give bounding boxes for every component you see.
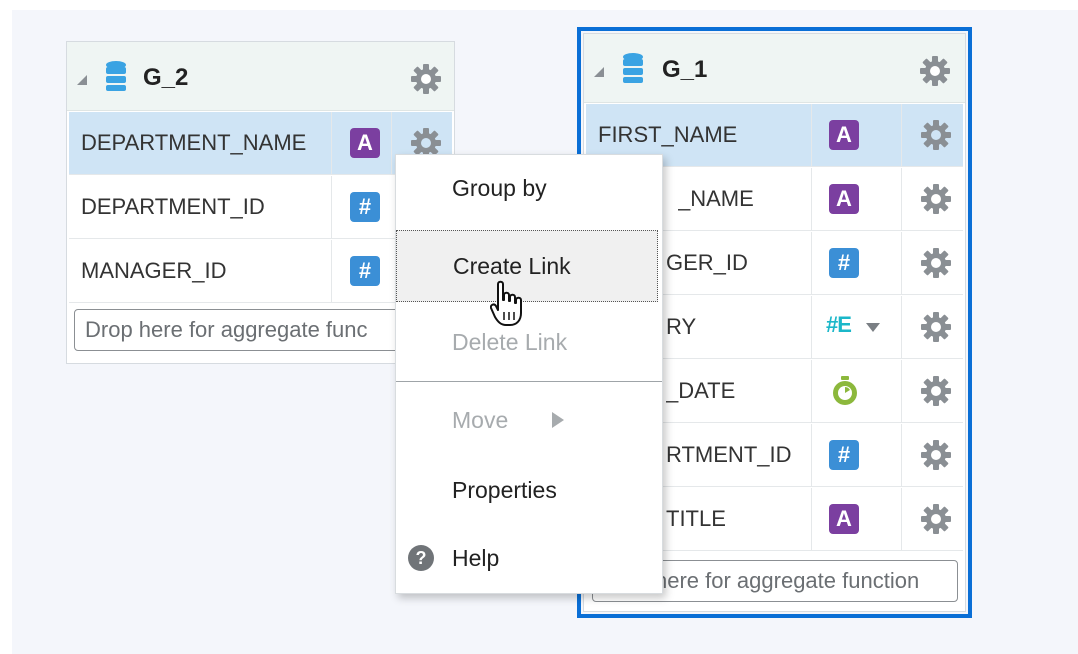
number-type-icon: # <box>829 248 859 278</box>
database-icon <box>623 53 643 83</box>
text-type-icon: A <box>829 184 859 214</box>
gear-icon[interactable] <box>919 182 953 216</box>
column-name: _NAME <box>678 186 754 211</box>
text-type-icon: A <box>350 128 380 158</box>
column-name: RTMENT_ID <box>666 442 792 467</box>
gear-icon[interactable] <box>919 310 953 344</box>
group-title: G_1 <box>662 56 708 83</box>
column-name: GER_ID <box>666 250 748 275</box>
column-name: TITLE <box>666 506 726 531</box>
number-type-icon: # <box>350 192 380 222</box>
number-type-icon: # <box>350 256 380 286</box>
database-icon <box>106 61 126 91</box>
gear-icon[interactable] <box>919 374 953 408</box>
number-type-icon: # <box>829 440 859 470</box>
expression-type-icon: #E <box>826 312 852 337</box>
context-menu: Group by Create Link Delete Link Move Pr… <box>395 154 663 594</box>
menu-item-create-link[interactable]: Create Link <box>396 230 658 302</box>
column-name: RY <box>666 314 697 339</box>
group-title: G_2 <box>143 64 189 91</box>
hand-cursor-icon <box>490 280 522 326</box>
text-type-icon: A <box>829 120 859 150</box>
gear-icon[interactable] <box>919 502 953 536</box>
aggregate-drop-zone[interactable]: Drop here for aggregate func <box>74 309 448 351</box>
chevron-down-icon[interactable] <box>866 323 880 332</box>
gear-icon[interactable] <box>918 54 952 88</box>
collapse-triangle-icon[interactable] <box>594 67 604 77</box>
menu-item-group-by[interactable]: Group by <box>396 175 662 211</box>
menu-item-move: Move <box>396 407 662 443</box>
column-name: _DATE <box>666 378 736 403</box>
help-icon: ? <box>408 545 434 571</box>
submenu-arrow-icon <box>552 412 564 428</box>
column-name: DEPARTMENT_ID <box>81 194 265 219</box>
column-name: MANAGER_ID <box>81 258 227 283</box>
text-type-icon: A <box>829 504 859 534</box>
collapse-triangle-icon[interactable] <box>77 75 87 85</box>
menu-item-properties[interactable]: Properties <box>396 477 662 513</box>
date-type-icon <box>833 376 857 405</box>
group-g2-header: G_2 <box>67 42 454 111</box>
group-g1-header: G_1 <box>584 34 965 103</box>
gear-icon[interactable] <box>409 62 443 96</box>
menu-item-help[interactable]: ? Help <box>396 545 662 581</box>
menu-separator <box>396 381 662 382</box>
gear-icon[interactable] <box>919 118 953 152</box>
gear-icon[interactable] <box>919 246 953 280</box>
menu-item-delete-link: Delete Link <box>452 329 568 355</box>
column-name: DEPARTMENT_NAME <box>81 130 307 155</box>
gear-icon[interactable] <box>919 438 953 472</box>
